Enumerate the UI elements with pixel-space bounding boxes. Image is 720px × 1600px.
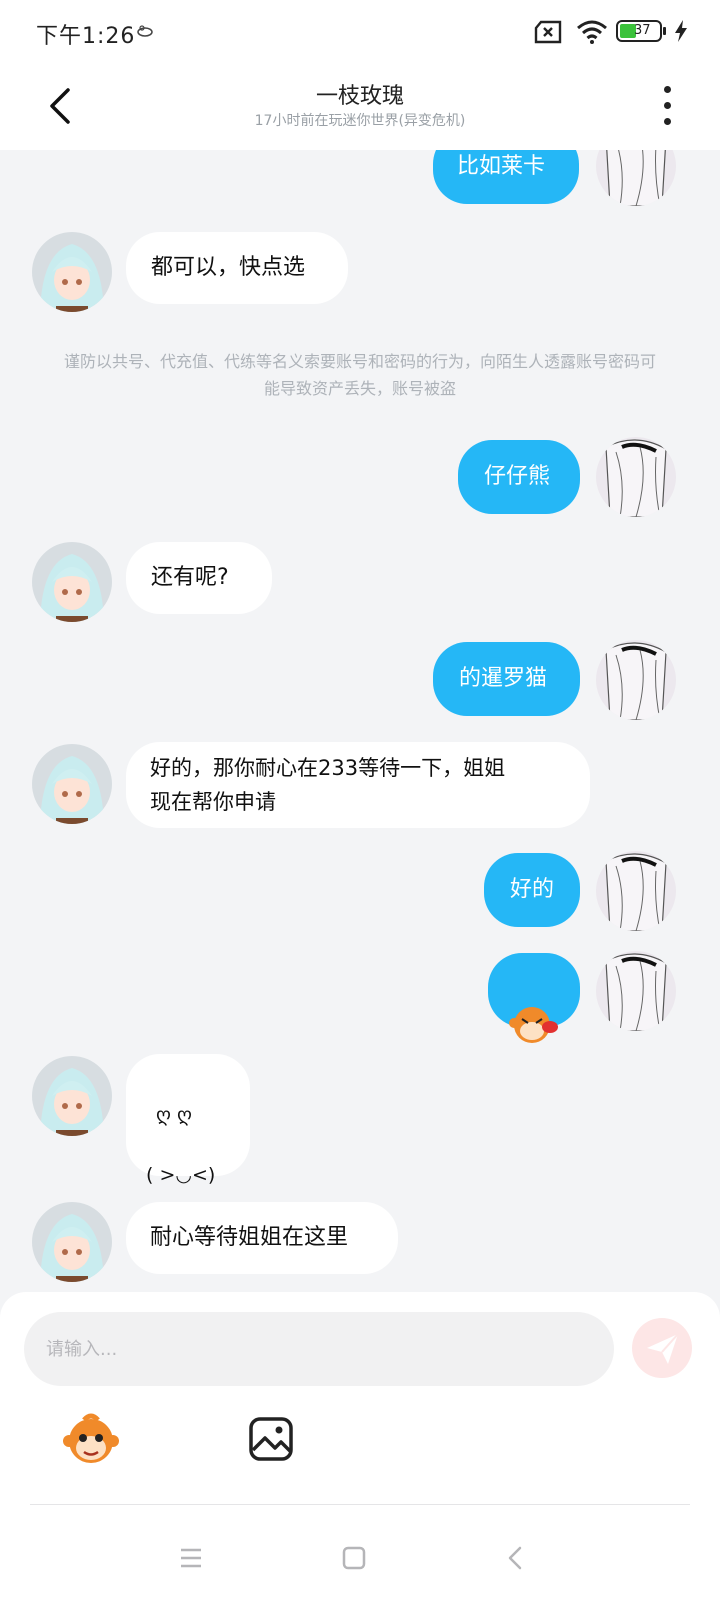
charging-icon: [675, 20, 687, 42]
image-icon[interactable]: [248, 1416, 294, 1462]
status-time: 下午1:26: [36, 24, 136, 49]
battery-level: 37: [634, 23, 651, 38]
input-panel: [0, 1292, 720, 1522]
sim-off-icon: [534, 20, 562, 44]
weather-icon: [137, 25, 153, 37]
message-bubble-in[interactable]: 都可以，快点选: [126, 232, 348, 304]
status-bar: 下午1:26 37: [0, 0, 720, 62]
self-avatar[interactable]: [596, 437, 676, 517]
security-notice: 谨防以共号、代充值、代练等名义索要账号和密码的行为，向陌生人透露账号密码可能导致…: [63, 352, 656, 398]
monkey-sticker-icon: [509, 1007, 558, 1043]
message-bubble-out[interactable]: [488, 953, 580, 1043]
kaomoji-line: ღ ღ: [156, 1104, 192, 1126]
message-bubble-in[interactable]: 好的，那你耐心在233等待一下，姐姐 现在帮你申请: [126, 742, 590, 828]
chat-messages[interactable]: 比如莱卡 都可以，快点选 谨防以共号、代充值、代练等名义索要账号和密码的行为，向…: [0, 150, 720, 1300]
emoji-monkey-icon[interactable]: [62, 1410, 120, 1468]
message-bubble-in[interactable]: 还有呢?: [126, 542, 272, 614]
message-bubble-in[interactable]: 耐心等待姐姐在这里: [126, 1202, 398, 1274]
contact-avatar[interactable]: [32, 1202, 112, 1282]
home-icon[interactable]: [334, 1538, 374, 1578]
chat-header: 一枝玫瑰 17小时前在玩迷你世界(异变危机): [0, 62, 720, 150]
message-input[interactable]: [24, 1312, 614, 1386]
self-avatar[interactable]: [596, 851, 676, 931]
message-bubble-in[interactable]: ღ ღ ( >◡<) /つ❤️: [126, 1054, 250, 1246]
self-avatar[interactable]: [596, 150, 676, 206]
more-vertical-icon[interactable]: [656, 82, 680, 130]
self-avatar[interactable]: [596, 640, 676, 720]
contact-status: 17小时前在玩迷你世界(异变危机): [254, 113, 466, 129]
contact-avatar[interactable]: [32, 542, 112, 622]
battery-icon: 37: [616, 20, 666, 42]
message-bubble-out[interactable]: 的暹罗猫: [433, 642, 580, 716]
kaomoji-line: ( >◡<): [146, 1164, 216, 1186]
message-bubble-out[interactable]: 好的: [484, 853, 580, 927]
menu-icon[interactable]: [171, 1538, 211, 1578]
message-bubble-out[interactable]: 仔仔熊: [458, 440, 580, 514]
contact-avatar[interactable]: [32, 232, 112, 312]
contact-avatar[interactable]: [32, 1056, 112, 1136]
message-bubble-out[interactable]: 比如莱卡: [433, 150, 579, 204]
panel-divider: [30, 1504, 690, 1505]
self-avatar[interactable]: [596, 951, 676, 1031]
system-nav-bar: [0, 1522, 720, 1600]
wifi-icon: [577, 20, 607, 44]
send-button[interactable]: [632, 1318, 692, 1378]
contact-name: 一枝玫瑰: [315, 84, 404, 109]
send-icon: [647, 1333, 679, 1364]
contact-avatar[interactable]: [32, 744, 112, 824]
back-icon[interactable]: [496, 1538, 536, 1578]
